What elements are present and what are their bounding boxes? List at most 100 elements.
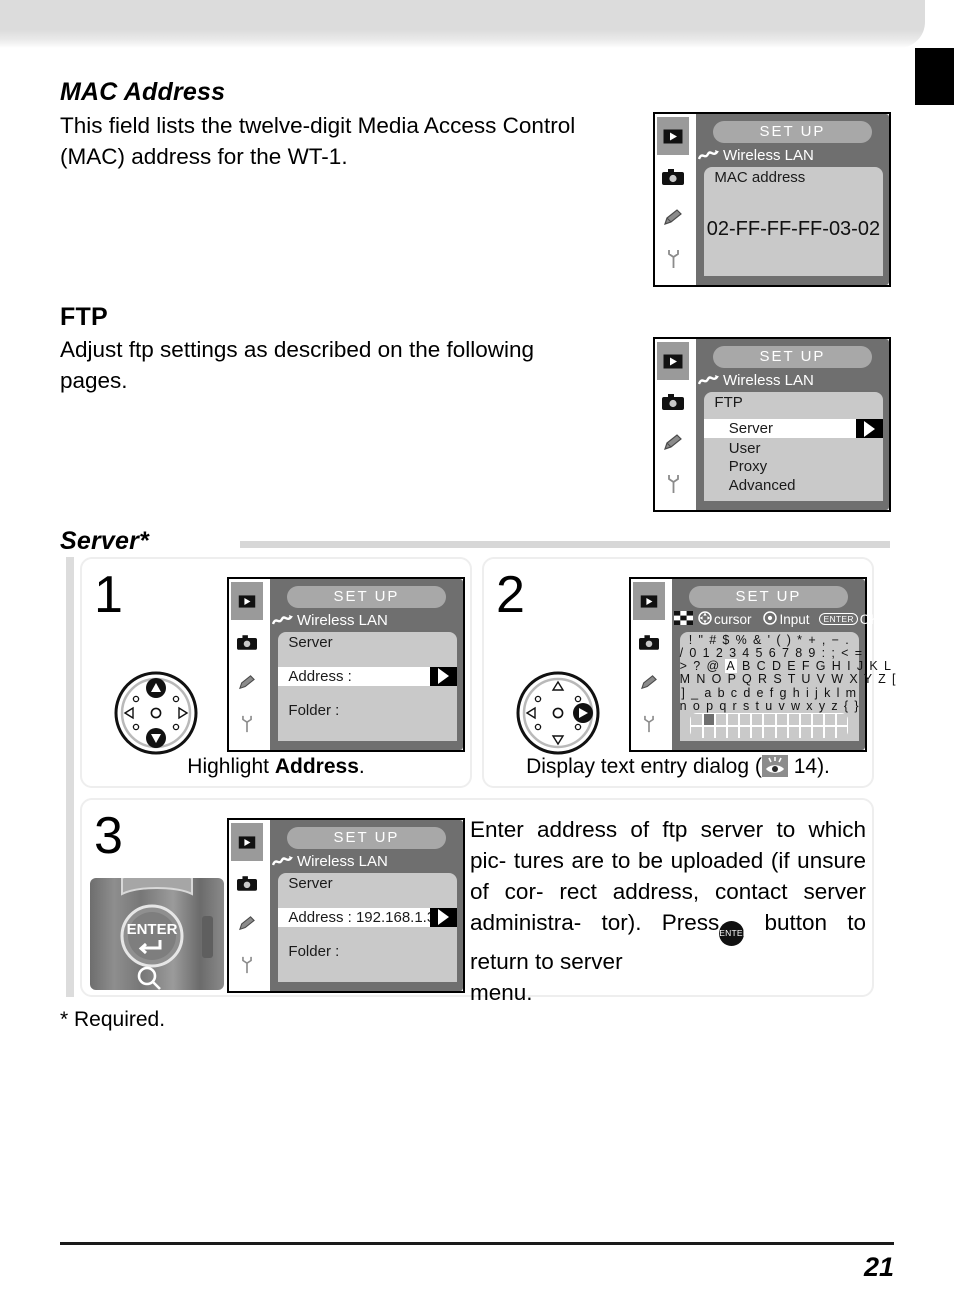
lcd-subtitle-text: Wireless LAN (296, 853, 388, 871)
entry-cell[interactable] (837, 713, 848, 725)
pencil-icon[interactable] (657, 425, 689, 463)
caption-text-pre: Display text entry dialog ( (526, 755, 762, 778)
camera-icon[interactable] (657, 383, 689, 421)
entry-cell[interactable] (727, 713, 739, 725)
right-arrow-icon (430, 908, 458, 927)
entry-cell-cursor[interactable] (703, 713, 714, 725)
lcd-screen-mac-address: SET UP Wireless LAN MAC address 02-FF-FF… (653, 112, 891, 287)
wrench-icon[interactable] (633, 706, 665, 744)
lcd-panel-step1: Server Address : Folder : (277, 632, 458, 742)
lcd-inner: SET UP Wireless LAN Server Address : 192… (229, 820, 463, 991)
playback-icon[interactable] (657, 342, 690, 381)
heading-rule (240, 541, 890, 548)
wrench-icon[interactable] (657, 466, 689, 504)
caption-bold-word: Address (274, 755, 359, 778)
text-entry-panel: ! " # $ % & ' ( ) * + , − . / 0 1 2 3 4 … (679, 632, 896, 742)
charset-row-1[interactable]: ! " # $ % & ' ( ) * + , − . (680, 633, 860, 647)
menu-row-address[interactable]: Address : 192.168.1.3 (277, 908, 458, 927)
entry-cell[interactable] (825, 713, 836, 725)
svg-text:ENTER: ENTER (127, 921, 178, 938)
charset-row-5[interactable]: ] _ a b c d e f g h i j k l m (680, 686, 860, 700)
entry-cell[interactable] (703, 726, 714, 738)
wireless-wave-icon (271, 614, 294, 628)
entry-cell[interactable] (812, 713, 824, 725)
lcd-sidebar (229, 579, 270, 750)
step-number-1: 1 (94, 566, 123, 624)
playback-icon[interactable] (657, 117, 690, 156)
ok-label: OK (859, 611, 880, 627)
entry-cell[interactable] (776, 713, 787, 725)
section-body-ftp: Adjust ftp settings as described on the … (60, 334, 638, 396)
entry-cell[interactable] (740, 726, 751, 738)
charset-row-6[interactable]: n o p q r s t u v w x y z { } (680, 699, 860, 713)
entry-cell[interactable] (752, 726, 763, 738)
playback-icon[interactable] (633, 582, 666, 621)
lcd-screen-text-entry: SET UP cursor Input ENTER OK ! " # $ % &… (629, 577, 896, 752)
entry-cell[interactable] (764, 726, 775, 738)
menu-row-folder[interactable]: Folder : (278, 701, 458, 720)
step-card-3: 3 ENTER SET UP Wireless LAN Server Addre… (80, 798, 874, 1005)
keyboard-icon (673, 610, 693, 628)
lcd-screen-step-1: SET UP Wireless LAN Server Address : Fol… (227, 577, 465, 752)
entry-cell[interactable] (800, 713, 811, 725)
entry-cell[interactable] (788, 726, 799, 738)
lcd-subtitle-text: Wireless LAN (296, 612, 388, 630)
lcd-panel-head-step3: Server (288, 875, 333, 893)
step3-line-4: tor). Press (601, 910, 720, 935)
entry-cell[interactable] (812, 726, 824, 738)
entry-cell[interactable] (776, 726, 787, 738)
camera-icon[interactable] (231, 623, 263, 661)
right-arrow-icon (856, 419, 884, 438)
ftp-body-line-2: pages. (60, 368, 128, 393)
menu-item-advanced[interactable]: Advanced (704, 476, 884, 495)
playback-icon[interactable] (231, 582, 264, 621)
entry-cell[interactable] (837, 726, 848, 738)
chapter-tab (915, 48, 954, 105)
entry-cell[interactable] (764, 713, 775, 725)
highlighted-character[interactable]: A (725, 659, 738, 674)
entry-cell[interactable] (800, 726, 811, 738)
menu-row-address[interactable]: Address : (277, 667, 458, 686)
entry-cell[interactable] (715, 726, 726, 738)
entry-cell[interactable] (727, 726, 739, 738)
wrench-icon[interactable] (231, 706, 263, 744)
pencil-icon[interactable] (633, 665, 665, 703)
pencil-icon[interactable] (657, 200, 689, 238)
entry-cell[interactable] (715, 713, 726, 725)
multi-selector-dial-right[interactable] (516, 671, 600, 760)
enter-button-photo[interactable]: ENTER (90, 878, 224, 990)
entry-cell[interactable] (740, 713, 751, 725)
camera-icon[interactable] (231, 864, 263, 902)
playback-icon[interactable] (231, 823, 264, 862)
entry-cell[interactable] (691, 726, 702, 738)
entry-cell[interactable] (788, 713, 799, 725)
text-entry-field[interactable] (690, 712, 849, 739)
charset-row-3-text: > ? @ A B C D E F G H I J K L (679, 659, 893, 674)
camera-icon[interactable] (657, 158, 689, 196)
menu-item-user[interactable]: User (704, 439, 884, 458)
step-number-3: 3 (94, 807, 123, 865)
lcd-subtitle-step3: Wireless LAN (270, 852, 463, 873)
wrench-icon[interactable] (657, 241, 689, 279)
charset-row-2[interactable]: / 0 1 2 3 4 5 6 7 8 9 : ; < = (680, 646, 862, 660)
entry-cell[interactable] (825, 726, 836, 738)
camera-icon[interactable] (633, 623, 665, 661)
pencil-icon[interactable] (231, 665, 263, 703)
pencil-icon[interactable] (231, 906, 263, 944)
menu-item-label: Proxy (728, 458, 768, 476)
lcd-screen-step-3: SET UP Wireless LAN Server Address : 192… (227, 818, 465, 993)
entry-cell[interactable] (752, 713, 763, 725)
menu-row-folder[interactable]: Folder : (278, 942, 458, 961)
lcd-body: SET UP Wireless LAN MAC address 02-FF-FF… (696, 114, 889, 285)
text-entry-header: cursor Input ENTER OK (672, 608, 879, 630)
step-3-body: Enter address of ftp server to which pic… (470, 814, 866, 1008)
charset-row-3[interactable]: > ? @ A B C D E F G H I J K L (680, 659, 891, 674)
wrench-icon[interactable] (231, 947, 263, 985)
charset-row-4[interactable]: M N O P Q R S T U V W X Y Z [ (680, 672, 896, 686)
multi-selector-dial-updown[interactable] (114, 671, 198, 760)
step-card-2: 2 SET UP cursor Input ENTER OK ! " # $ %… (482, 557, 896, 788)
entry-cell[interactable] (691, 713, 702, 725)
section-left-bar (66, 557, 74, 997)
menu-item-server[interactable]: Server (703, 419, 884, 438)
menu-item-proxy[interactable]: Proxy (704, 458, 884, 477)
